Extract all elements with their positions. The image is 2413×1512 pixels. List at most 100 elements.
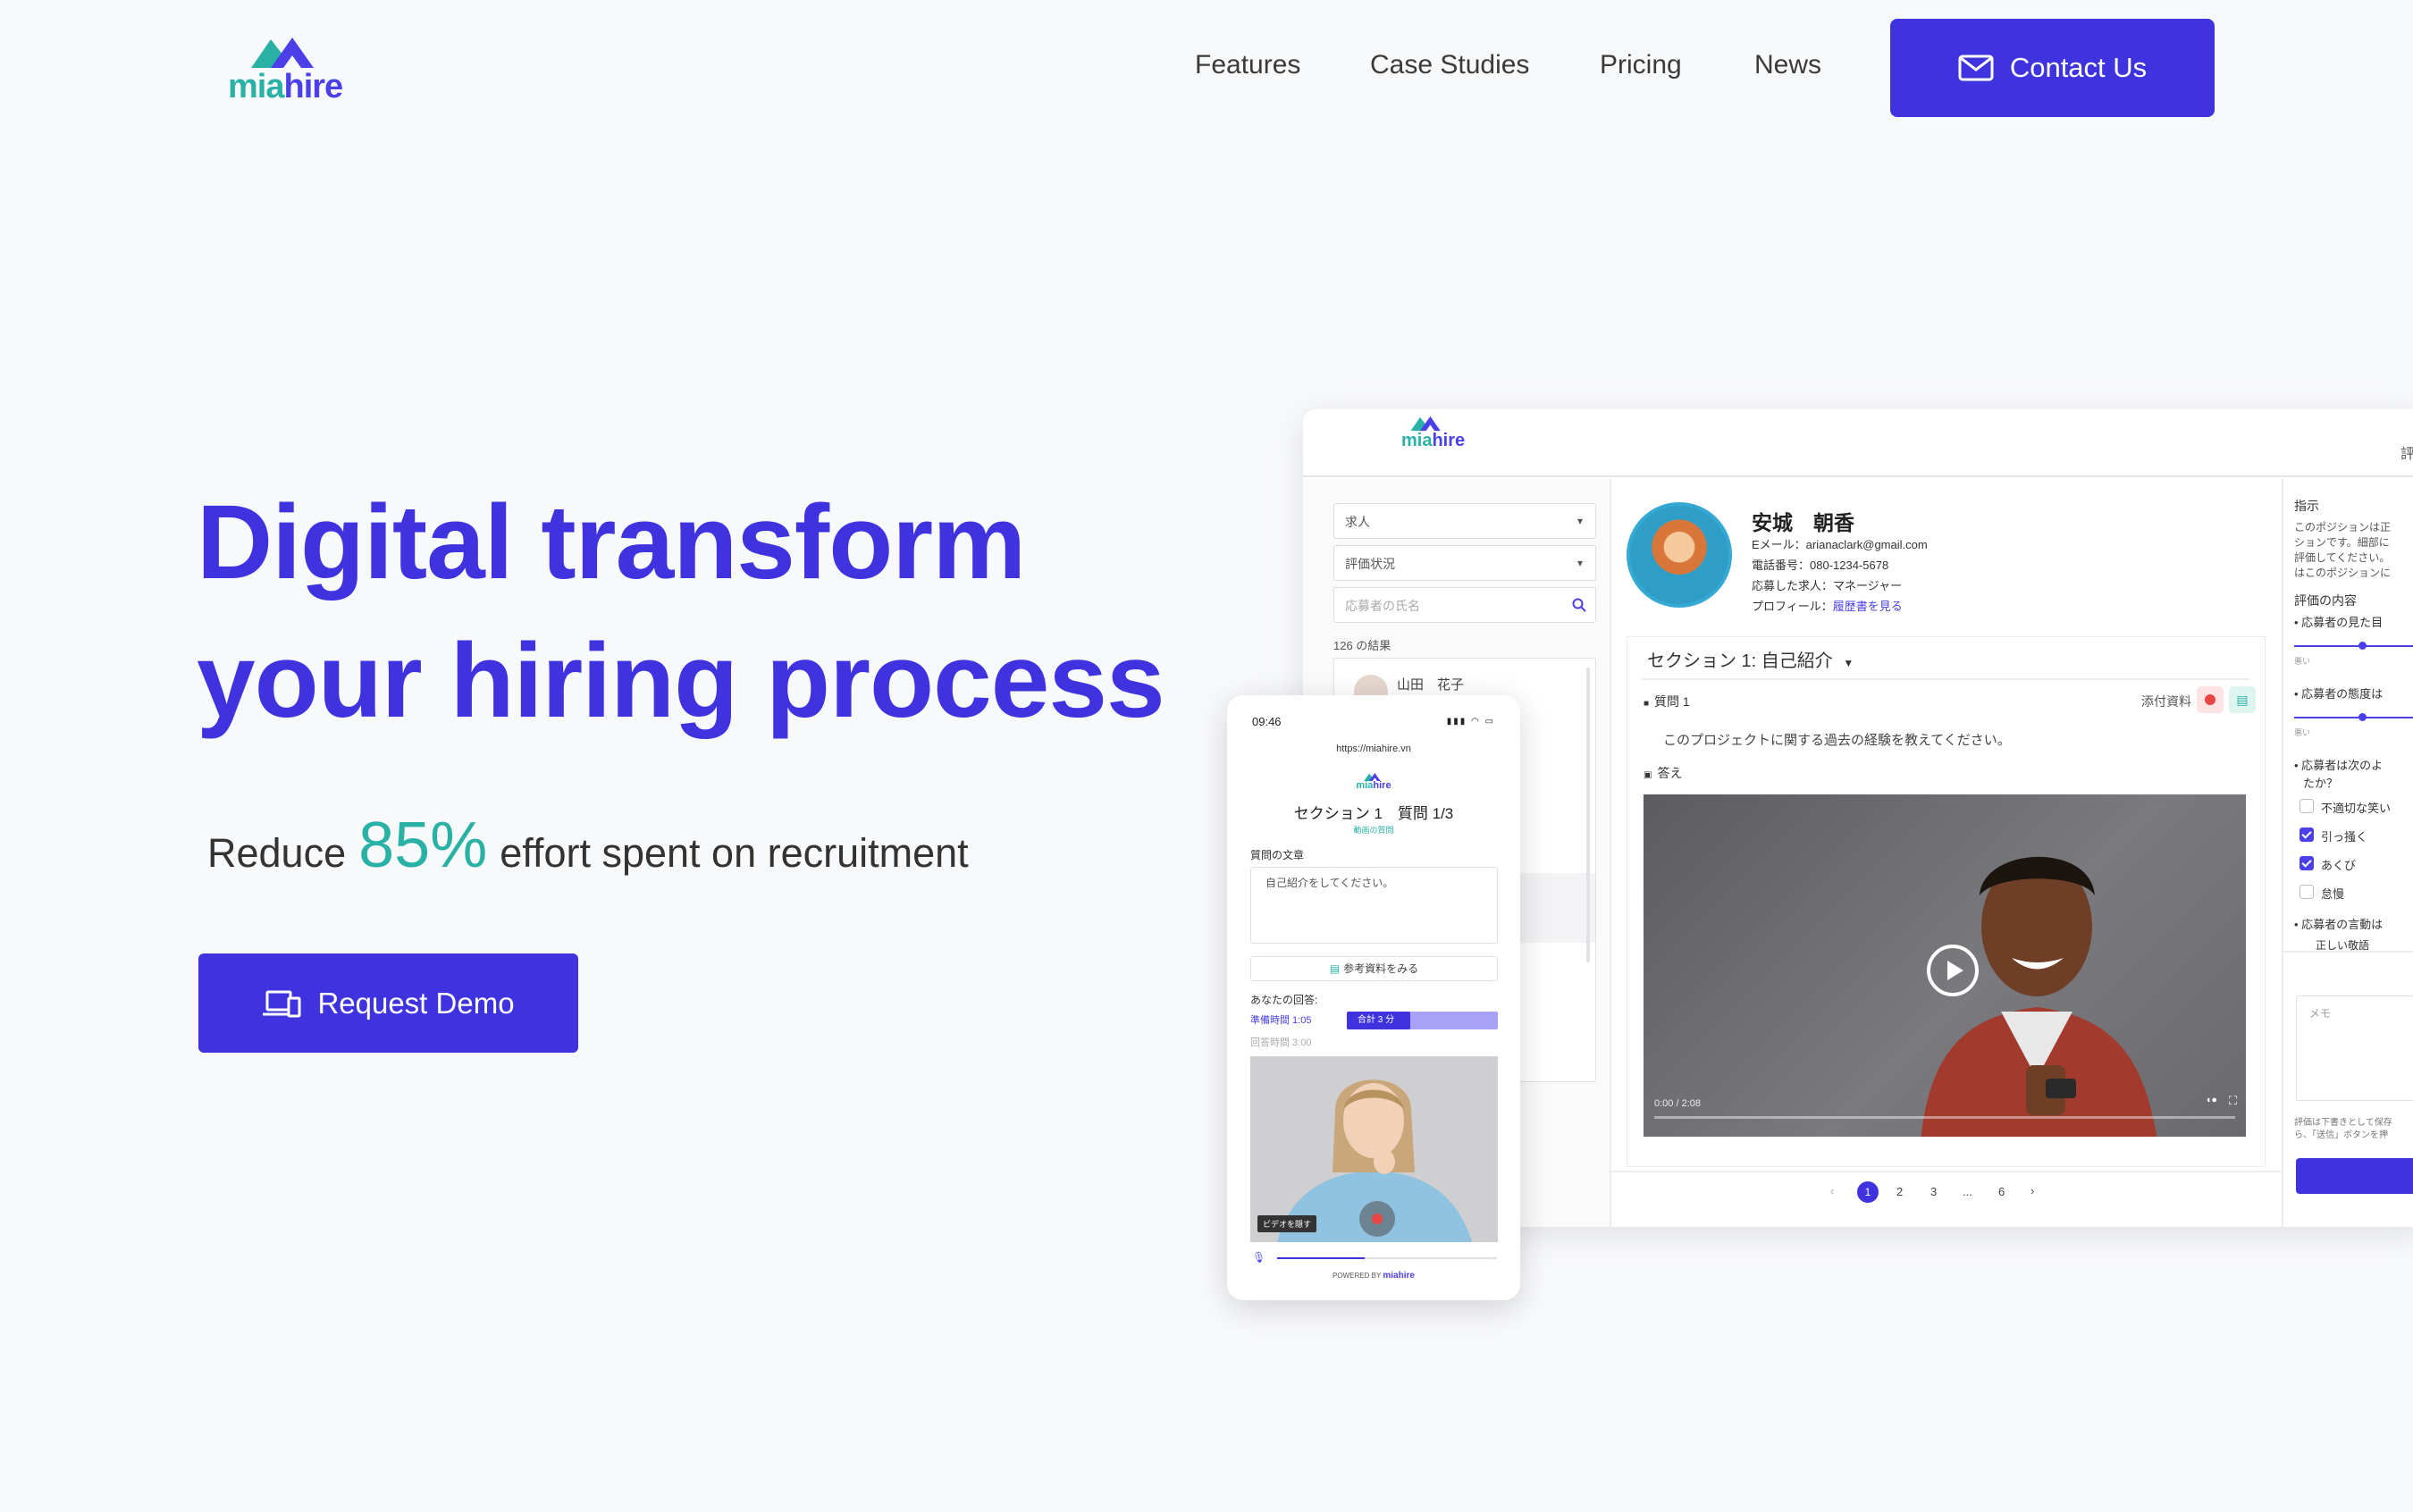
- checkbox-label: あくび: [2321, 859, 2357, 872]
- nav-features[interactable]: Features: [1195, 50, 1300, 80]
- submit-button[interactable]: [2296, 1158, 2413, 1194]
- checkbox-label: 不適切な笑い: [2321, 802, 2392, 815]
- question-label: ■ 質問 1: [1644, 694, 1690, 709]
- request-demo-label: Request Demo: [317, 986, 515, 1020]
- reduce-prefix: Reduce: [207, 830, 347, 876]
- divider: [1609, 1171, 2281, 1172]
- answer-icon: ▣: [1644, 770, 1652, 780]
- mail-icon: [1958, 55, 1994, 81]
- profile-label: プロフィール：: [1752, 600, 1833, 613]
- devices-icon: [263, 990, 301, 1017]
- candidate-phone: 電話番号：080-1234-5678: [1752, 559, 1889, 572]
- phone-url-bar[interactable]: https://miahire.vn: [1227, 743, 1520, 754]
- phone-question-label: 質問の文章: [1250, 849, 1305, 861]
- logo-wordmark: miahire: [228, 68, 343, 105]
- microphone-icon: 🎙: [1252, 1251, 1266, 1264]
- pager-page-3[interactable]: 3: [1930, 1185, 1937, 1198]
- site-header: miahire Features Case Studies Pricing Ne…: [0, 0, 2413, 134]
- mobile-app-mockup: 09:46 ▮▮▮ ◠ ▭ https://miahire.vn miahire…: [1227, 695, 1520, 1300]
- attachment-label: 添付資料: [2141, 694, 2191, 709]
- instructions-line: 評価してください。: [2294, 551, 2391, 564]
- phone-question-box: 自己紹介をしてください。: [1250, 867, 1498, 944]
- criteria-attitude: • 応募者の態度は: [2294, 687, 2384, 701]
- pager-page-6[interactable]: 6: [1998, 1185, 2005, 1198]
- attachment-video-icon[interactable]: [2197, 686, 2224, 713]
- save-note-line: ら、「送信」ボタンを押: [2294, 1130, 2388, 1140]
- logo-mountain-icon: [251, 38, 314, 68]
- answer-label: ▣ 答え: [1644, 766, 1683, 780]
- phone-total-time-bar: 合計 3 分: [1347, 1012, 1498, 1029]
- contact-us-label: Contact Us: [2009, 52, 2148, 83]
- pager-next-icon[interactable]: ›: [2030, 1184, 2034, 1197]
- candidate-profile-row: プロフィール：履歴書を見る: [1752, 597, 1903, 614]
- reduce-suffix: effort spent on recruitment: [500, 830, 969, 876]
- pager-page-2[interactable]: 2: [1896, 1185, 1903, 1198]
- hero-title-line1: Digital transform: [197, 483, 1026, 601]
- phone-status-time: 09:46: [1252, 715, 1282, 728]
- answer-video-player[interactable]: 0:00 / 2:08 ◖● ⛶: [1644, 794, 2246, 1137]
- record-button[interactable]: [1359, 1201, 1395, 1237]
- nav-news[interactable]: News: [1754, 50, 1821, 80]
- phone-prep-time: 準備時間 1:05: [1250, 1015, 1312, 1026]
- phone-camera-preview: ビデオを隠す: [1250, 1056, 1498, 1242]
- divider: [2283, 951, 2413, 953]
- nav-pricing[interactable]: Pricing: [1600, 50, 1682, 80]
- nav-case-studies[interactable]: Case Studies: [1370, 50, 1529, 80]
- candidate-applied-job: 応募した求人：マネージャー: [1752, 579, 1903, 592]
- pager-prev-icon[interactable]: ‹: [1830, 1184, 1834, 1197]
- instructions-line: ションです。細部に: [2294, 536, 2390, 549]
- mic-level-fill: [1277, 1257, 1366, 1259]
- criteria-behavior: • 応募者は次のよ: [2294, 759, 2384, 772]
- hero-title: Digital transform your hiring process: [197, 474, 1198, 751]
- scale-low-label: 悪い: [2294, 728, 2311, 737]
- interview-section: セクション 1: 自己紹介 ▼ ■ 質問 1 添付資料 ▤ このプロジェクトに関す…: [1627, 636, 2266, 1167]
- candidate-avatar: [1627, 502, 1732, 608]
- phone-question-text: 自己紹介をしてください。: [1265, 877, 1394, 889]
- hide-video-button[interactable]: ビデオを隠す: [1257, 1215, 1317, 1232]
- checkbox-label: 引っ掻く: [2321, 830, 2368, 844]
- instructions-line: はこのポジションに: [2294, 567, 2392, 579]
- question-text: このプロジェクトに関する過去の経験を教えてください。: [1663, 733, 2011, 748]
- hero-subtitle: Reduce 85% effort spent on recruitment: [207, 809, 969, 882]
- volume-icon[interactable]: ◖●: [2206, 1095, 2217, 1105]
- hero-title-line2: your hiring process: [197, 622, 1165, 740]
- powered-by: POWERED BY miahire: [1333, 1271, 1415, 1281]
- checkbox-label: 怠慢: [2321, 887, 2345, 901]
- fullscreen-icon[interactable]: ⛶: [2229, 1094, 2237, 1108]
- request-demo-button[interactable]: Request Demo: [198, 953, 578, 1053]
- phone-answer-time: 回答時間 3:00: [1250, 1037, 1312, 1048]
- checkbox-yawning[interactable]: [2299, 856, 2314, 870]
- play-button[interactable]: [1927, 945, 1979, 996]
- question-icon: ■: [1644, 699, 1650, 709]
- reduce-percentage: 85%: [358, 810, 488, 881]
- criteria-appearance: • 応募者の見た目: [2294, 616, 2384, 629]
- checkbox-laziness[interactable]: [2299, 885, 2314, 899]
- mic-level-bar: [1277, 1257, 1497, 1259]
- evaluation-panel: 指示 このポジションは正 ションです。細部に 評価してください。 はこのポジショ…: [2282, 479, 2413, 1227]
- phone-question-type: 動画の質問: [1353, 826, 1394, 835]
- document-icon: ▤: [1329, 962, 1341, 975]
- checkbox-scratching[interactable]: [2299, 827, 2314, 842]
- candidate-email: Eメール：arianaclark@gmail.com: [1752, 538, 1928, 551]
- section-title-dropdown[interactable]: セクション 1: 自己紹介 ▼: [1647, 646, 1854, 672]
- scale-low-label: 悪い: [2294, 657, 2311, 666]
- attitude-slider[interactable]: [2294, 713, 2413, 721]
- pager-page-1[interactable]: 1: [1857, 1181, 1879, 1203]
- instructions-line: このポジションは正: [2294, 521, 2392, 533]
- section-title: セクション 1: 自己紹介: [1647, 651, 1833, 671]
- miahire-logo[interactable]: miahire: [228, 34, 349, 105]
- criteria-behavior-cont: たか？: [2303, 777, 2339, 790]
- memo-placeholder: メモ: [2309, 1007, 2332, 1020]
- appearance-slider[interactable]: [2294, 642, 2413, 650]
- video-progress-bar[interactable]: [1654, 1116, 2235, 1119]
- checkbox-inappropriate-laugh[interactable]: [2299, 799, 2314, 813]
- evaluation-title: 評価の内容: [2294, 593, 2357, 608]
- attachment-document-icon[interactable]: ▤: [2229, 686, 2256, 713]
- contact-us-button[interactable]: Contact Us: [1890, 19, 2215, 117]
- phone-total-time-fill: 合計 3 分: [1347, 1012, 1410, 1029]
- phone-logo: miahire: [1227, 772, 1520, 791]
- view-reference-button[interactable]: ▤ 参考資料をみる: [1250, 956, 1498, 981]
- phone-your-answer-label: あなたの回答:: [1250, 994, 1318, 1006]
- memo-textarea[interactable]: メモ: [2296, 995, 2413, 1101]
- view-resume-link[interactable]: 履歴書を見る: [1833, 600, 1903, 613]
